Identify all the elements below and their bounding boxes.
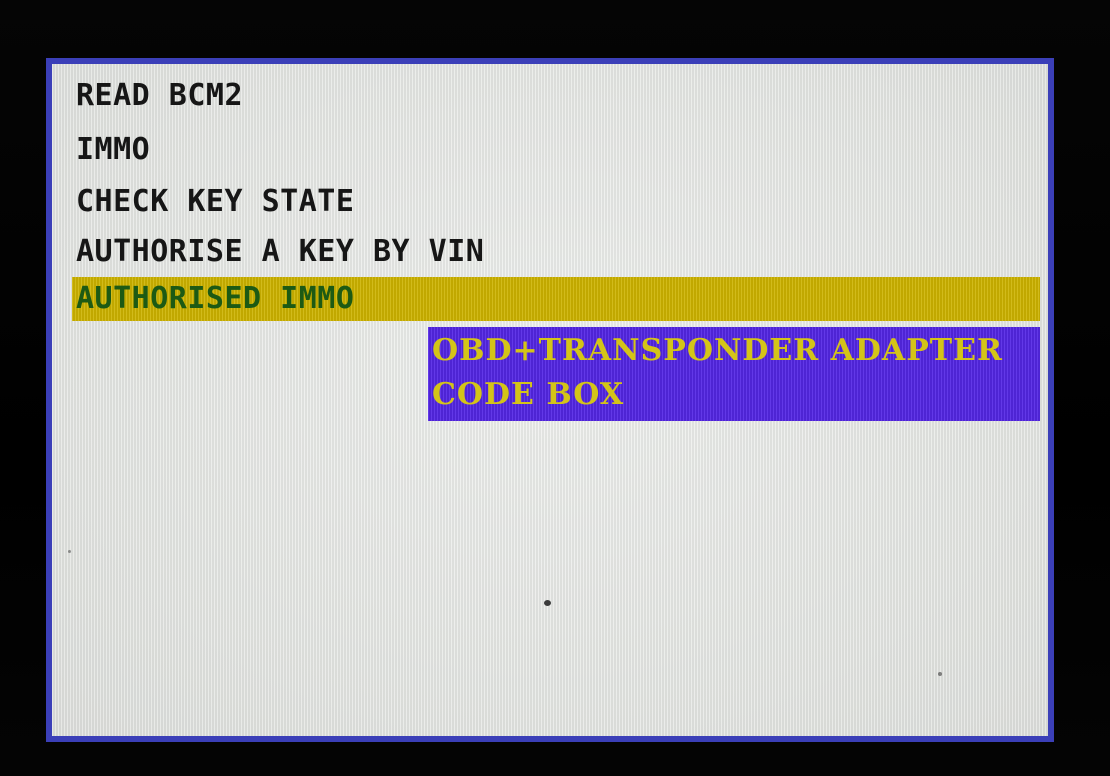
menu-item-immo[interactable]: IMMO <box>76 128 150 172</box>
menu-item-read-bcm2[interactable]: READ BCM2 <box>76 74 243 118</box>
screen-dust-speck <box>938 672 942 676</box>
menu-item-check-key-state[interactable]: CHECK KEY STATE <box>76 180 354 224</box>
device-bezel: READ BCM2 IMMO CHECK KEY STATE AUTHORISE… <box>0 0 1110 776</box>
submenu-popup: OBD+TRANSPONDER ADAPTER CODE BOX <box>428 327 1040 421</box>
menu-item-authorised-immo-selected[interactable]: AUTHORISED IMMO <box>72 277 1040 321</box>
menu-item-authorise-key-by-vin[interactable]: AUTHORISE A KEY BY VIN <box>76 230 484 274</box>
submenu-item-obd-transponder-adapter[interactable]: OBD+TRANSPONDER ADAPTER <box>432 329 1003 373</box>
screen-dust-speck <box>68 550 71 553</box>
submenu-item-code-box[interactable]: CODE BOX <box>432 373 624 417</box>
device-screen: READ BCM2 IMMO CHECK KEY STATE AUTHORISE… <box>46 58 1054 742</box>
screen-dust-speck <box>544 600 551 606</box>
